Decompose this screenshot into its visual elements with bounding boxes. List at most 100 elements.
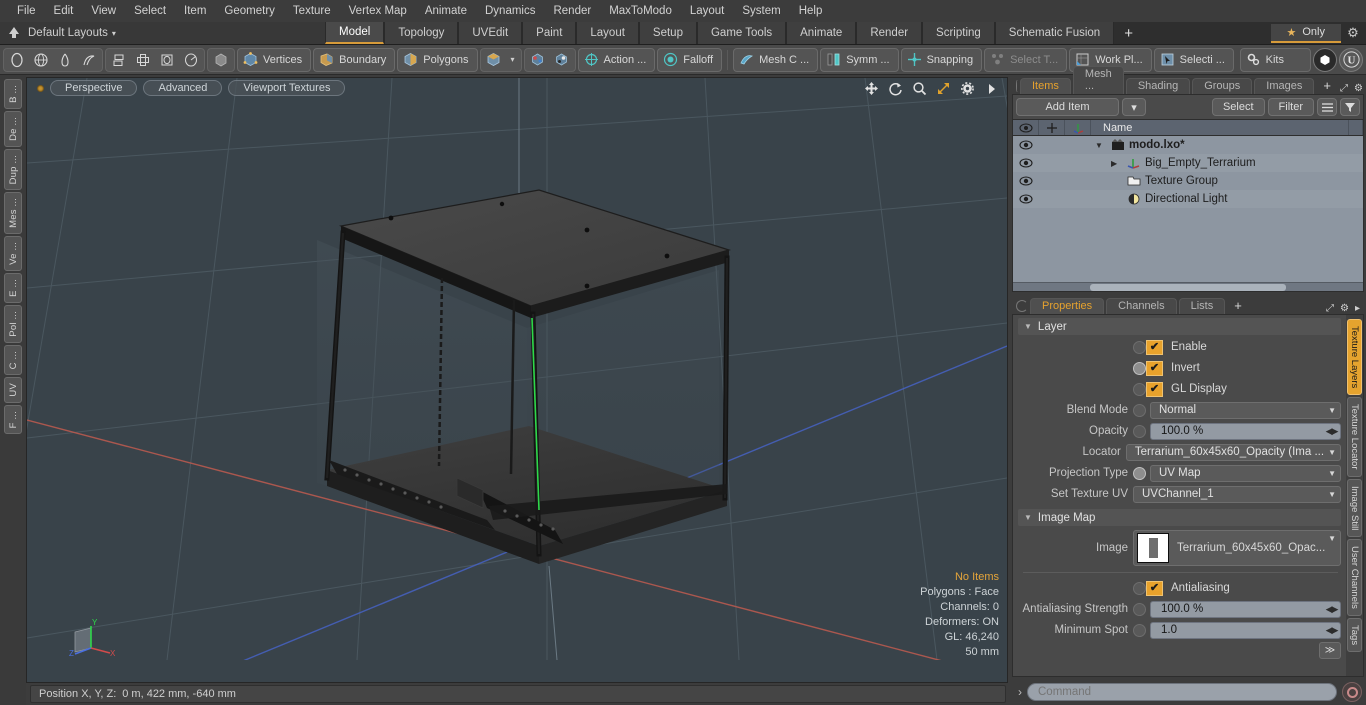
menu-item-select[interactable]: Select bbox=[125, 2, 175, 20]
properties-tab-channels[interactable]: Channels bbox=[1106, 298, 1177, 314]
invert-control[interactable]: ✔ Invert bbox=[1133, 360, 1341, 376]
table-row[interactable]: ▼ modo.lxo* bbox=[1013, 136, 1363, 154]
menu-item-texture[interactable]: Texture bbox=[284, 2, 340, 20]
menu-item-edit[interactable]: Edit bbox=[45, 2, 83, 20]
locator-dropdown[interactable]: Terrarium_60x45x60_Opacity (Ima ... ▼ bbox=[1125, 443, 1341, 461]
3d-viewport[interactable]: Perspective Advanced Viewport Textures N… bbox=[26, 77, 1008, 683]
select-button[interactable]: Select bbox=[1211, 98, 1265, 116]
lock-icon[interactable] bbox=[1039, 120, 1065, 135]
projection-type-radio[interactable] bbox=[1133, 466, 1146, 480]
pan-icon[interactable] bbox=[864, 81, 879, 96]
gear-icon[interactable]: ⚙ bbox=[1340, 303, 1349, 314]
pivot-a-icon[interactable] bbox=[526, 49, 550, 71]
image-selector[interactable]: Terrarium_60x45x60_Opac... ▼ bbox=[1133, 530, 1341, 566]
minimum-spot-radio[interactable] bbox=[1133, 623, 1146, 637]
eye-icon[interactable] bbox=[1013, 120, 1039, 135]
list-item[interactable]: ▼ modo.lxo* bbox=[1091, 139, 1185, 151]
funnel-icon[interactable] bbox=[1340, 98, 1360, 116]
curve-icon[interactable] bbox=[77, 49, 101, 71]
properties-side-tab-tags[interactable]: Tags bbox=[1347, 618, 1362, 653]
layout-tab-animate[interactable]: Animate bbox=[786, 22, 857, 44]
set-texture-uv-dropdown[interactable]: UVChannel_1 ▼ bbox=[1133, 485, 1341, 503]
axis-icon[interactable] bbox=[1065, 120, 1091, 135]
opacity-field[interactable]: 100.0 % ◀▶ bbox=[1150, 422, 1341, 440]
expand-icon[interactable]: ⤢ bbox=[1340, 83, 1348, 94]
layout-tab-model[interactable]: Model bbox=[325, 22, 385, 44]
table-row[interactable]: ▶ Big_Empty_Terrarium bbox=[1013, 154, 1363, 172]
chevron-down-icon[interactable]: ▼ bbox=[1328, 448, 1336, 457]
antialiasing-control[interactable]: ✔ Antialiasing bbox=[1133, 580, 1341, 596]
left-tool-tab-1[interactable]: De ... bbox=[4, 110, 22, 147]
items-horizontal-scrollbar[interactable] bbox=[1013, 282, 1363, 291]
gl-display-radio[interactable] bbox=[1133, 382, 1146, 396]
mesh-constraint-button[interactable]: Mesh C ... bbox=[733, 47, 819, 72]
snapping-button[interactable]: Snapping bbox=[900, 47, 983, 72]
enable-control[interactable]: ✔ Enable bbox=[1133, 339, 1341, 355]
antialiasing-strength-control[interactable]: 100.0 % ◀▶ bbox=[1133, 600, 1341, 618]
menu-item-view[interactable]: View bbox=[82, 2, 125, 20]
properties-side-tab-image-still[interactable]: Image Still bbox=[1347, 478, 1362, 538]
filter-button[interactable]: Filter bbox=[1267, 98, 1314, 116]
viewport-shading-chip[interactable]: Advanced bbox=[143, 80, 223, 96]
properties-side-tab-texture-layers[interactable]: Texture Layers bbox=[1347, 319, 1362, 396]
spinner-icon[interactable]: ◀▶ bbox=[1325, 426, 1339, 437]
layout-tab-render[interactable]: Render bbox=[856, 22, 923, 44]
layout-add-tab-button[interactable]: + bbox=[1114, 22, 1143, 44]
items-tab-groups[interactable]: Groups bbox=[1192, 78, 1253, 94]
chevron-down-icon[interactable]: ▼ bbox=[1328, 469, 1336, 478]
left-tool-tab-9[interactable]: F ... bbox=[4, 404, 22, 434]
menu-item-dynamics[interactable]: Dynamics bbox=[476, 2, 544, 20]
blend-mode-radio[interactable] bbox=[1133, 403, 1146, 417]
list-item[interactable]: ▶ Big_Empty_Terrarium bbox=[1091, 157, 1256, 169]
invert-checkbox[interactable]: ✔ bbox=[1146, 360, 1163, 376]
rotate-icon[interactable] bbox=[888, 81, 903, 96]
unreal-icon[interactable]: U bbox=[1339, 47, 1363, 72]
expand-icon[interactable]: ⤢ bbox=[1326, 303, 1334, 314]
eye-icon[interactable] bbox=[1013, 140, 1039, 150]
add-item-button[interactable]: Add Item bbox=[1016, 98, 1119, 116]
left-tool-tab-0[interactable]: B ... bbox=[4, 79, 22, 109]
layout-tab-topology[interactable]: Topology bbox=[384, 22, 459, 44]
chevron-right-icon[interactable]: ▸ bbox=[1355, 303, 1360, 314]
menu-item-help[interactable]: Help bbox=[790, 2, 832, 20]
properties-side-tab-user-channels[interactable]: User Channels bbox=[1347, 539, 1362, 616]
viewport-textures-chip[interactable]: Viewport Textures bbox=[228, 80, 346, 96]
enable-radio[interactable] bbox=[1133, 340, 1146, 354]
antialiasing-strength-field[interactable]: 100.0 % ◀▶ bbox=[1150, 600, 1341, 618]
gl-display-control[interactable]: ✔ GL Display bbox=[1133, 381, 1341, 397]
menu-item-animate[interactable]: Animate bbox=[416, 2, 476, 20]
left-tool-tab-3[interactable]: Mes ... bbox=[4, 192, 22, 235]
symmetry-button[interactable]: Symm ... bbox=[820, 47, 899, 72]
gear-icon[interactable]: ⚙ bbox=[1344, 24, 1362, 42]
layout-tab-paint[interactable]: Paint bbox=[522, 22, 577, 44]
triangle-right-icon[interactable]: ▶ bbox=[1111, 159, 1123, 168]
only-toggle[interactable]: ★ Only bbox=[1270, 23, 1341, 43]
items-name-column-header[interactable]: Name bbox=[1091, 120, 1349, 135]
layout-tab-uvedit[interactable]: UVEdit bbox=[458, 22, 523, 44]
items-tab-images[interactable]: Images bbox=[1254, 78, 1315, 94]
menu-item-render[interactable]: Render bbox=[544, 2, 600, 20]
triangle-down-icon[interactable]: ▼ bbox=[1024, 322, 1032, 331]
square-icon[interactable] bbox=[155, 49, 179, 71]
mode-boundary-button[interactable]: Boundary bbox=[313, 47, 396, 72]
layout-tab-setup[interactable]: Setup bbox=[638, 22, 697, 44]
pen-icon[interactable] bbox=[53, 49, 77, 71]
viewport-indicator-dot[interactable] bbox=[37, 84, 44, 92]
globe-icon[interactable] bbox=[29, 49, 53, 71]
item-cube-icon[interactable] bbox=[482, 49, 506, 71]
mirror-icon[interactable] bbox=[107, 49, 131, 71]
unity-icon[interactable] bbox=[1313, 47, 1337, 72]
layer-section-header[interactable]: ▼ Layer bbox=[1018, 318, 1341, 335]
properties-tab-properties[interactable]: Properties bbox=[1030, 298, 1105, 314]
layout-tab-scripting[interactable]: Scripting bbox=[922, 22, 995, 44]
record-icon[interactable] bbox=[1342, 682, 1362, 702]
chevron-down-icon[interactable]: ▼ bbox=[1328, 534, 1336, 543]
add-item-dropdown[interactable]: ▾ bbox=[1121, 98, 1146, 116]
action-center-button[interactable]: Action ... bbox=[577, 47, 656, 72]
items-add-tab-button[interactable]: + bbox=[1316, 78, 1338, 94]
menu-item-layout[interactable]: Layout bbox=[681, 2, 734, 20]
layout-selector[interactable]: Default Layouts ▾ bbox=[0, 22, 325, 44]
triangle-down-icon[interactable]: ▼ bbox=[1095, 141, 1107, 150]
menu-item-file[interactable]: File bbox=[8, 2, 45, 20]
left-tool-tab-4[interactable]: Ve ... bbox=[4, 236, 22, 271]
